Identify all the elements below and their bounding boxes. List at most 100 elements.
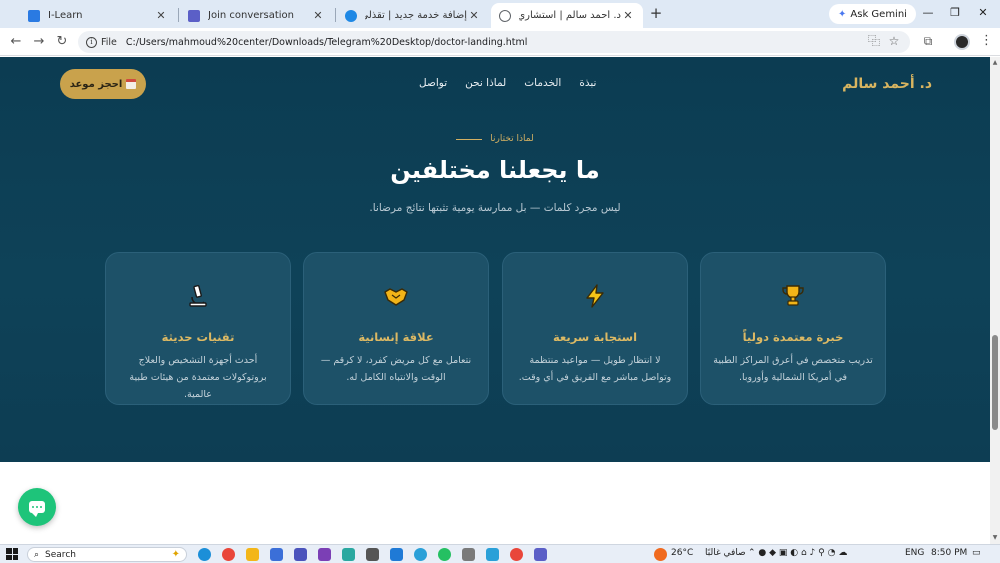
whatsapp-icon[interactable] xyxy=(438,548,451,561)
tab-label: إضافة خدمة جديد | تقذلي xyxy=(365,10,467,21)
feature-card-human-relation: علاقة إنسانية نتعامل مع كل مريض كفرد، لا… xyxy=(303,252,489,405)
book-appointment-button[interactable]: احجز موعد xyxy=(60,69,146,99)
teams-favicon-icon xyxy=(188,9,200,22)
windows-start-icon[interactable] xyxy=(6,548,18,560)
translate-icon[interactable]: ⿻ xyxy=(866,33,882,49)
card-description: أحدث أجهزة التشخيص والعلاج بروتوكولات مع… xyxy=(129,355,267,400)
search-label: Search xyxy=(45,549,76,560)
close-icon[interactable]: ✕ xyxy=(621,9,635,23)
chrome-active-icon[interactable] xyxy=(510,548,523,561)
url-scheme-chip: File xyxy=(101,36,117,48)
tab-doctor-landing[interactable]: د. أحمد سالم | استشاري القلب والأ ✕ xyxy=(491,3,643,28)
analytics-icon[interactable] xyxy=(342,548,355,561)
eyebrow-divider xyxy=(456,138,483,140)
card-title: خبرة معتمدة دولياً xyxy=(742,330,844,344)
eyebrow-text: لماذا تختارنا xyxy=(490,134,534,144)
nav-item-about[interactable]: نبذة xyxy=(570,77,605,89)
tray-icons[interactable]: ⌃ ● ◆ ▣ ◐ ⌂ ♪ ⚲ ◔ ☁ xyxy=(748,548,847,558)
scroll-up-icon[interactable]: ▲ xyxy=(991,59,999,67)
close-window-button[interactable]: ✕ xyxy=(976,6,990,20)
vscode-icon[interactable] xyxy=(390,548,403,561)
site-nav: نبذة الخدمات لماذا نحن تواصل xyxy=(410,77,605,89)
profile-avatar[interactable] xyxy=(954,34,970,50)
tab-label: Join conversation xyxy=(208,10,294,21)
section-subheading: ليس مجرد كلمات — بل ممارسة يومية تثبتها … xyxy=(369,202,621,214)
section-heading: ما يجعلنا مختلفين xyxy=(390,156,600,184)
trophy-icon xyxy=(701,283,885,309)
address-bar[interactable]: i File C:/Users/mahmoud%20center/Downloa… xyxy=(78,31,910,53)
scroll-down-icon[interactable]: ▼ xyxy=(991,534,999,542)
card-description: لا انتظار طويل — مواعيد منتظمة وتواصل مب… xyxy=(518,355,672,383)
nav-item-services[interactable]: الخدمات xyxy=(515,77,570,89)
telegram-desktop-icon[interactable] xyxy=(486,548,499,561)
tab-add-service[interactable]: إضافة خدمة جديد | تقذلي ✕ xyxy=(337,3,489,28)
feature-card-modern-tech: تقنيات حديثة أحدث أجهزة التشخيص والعلاج … xyxy=(105,252,291,405)
forward-arrow-icon[interactable]: → xyxy=(31,34,47,50)
close-icon[interactable]: ✕ xyxy=(467,9,481,23)
teams-icon[interactable] xyxy=(294,548,307,561)
reload-icon[interactable]: ↻ xyxy=(54,34,70,50)
microscope-icon xyxy=(106,283,290,309)
visual-studio-icon[interactable] xyxy=(318,548,331,561)
file-explorer-icon[interactable] xyxy=(246,548,259,561)
feature-card-fast-response: استجابة سريعة لا انتظار طويل — مواعيد من… xyxy=(502,252,688,405)
ilearn-favicon-icon xyxy=(28,9,40,22)
restore-button[interactable]: ❐ xyxy=(948,6,962,20)
chrome-icon[interactable] xyxy=(222,548,235,561)
site-brand[interactable]: د. أحمد سالم xyxy=(842,76,932,92)
back-arrow-icon[interactable]: ← xyxy=(8,34,24,50)
url-text[interactable]: C:/Users/mahmoud%20center/Downloads/Tele… xyxy=(126,37,528,48)
menu-kebab-icon[interactable]: ⋮ xyxy=(980,33,993,48)
tab-divider xyxy=(178,8,179,22)
globe-icon xyxy=(499,9,511,22)
taskbar-search[interactable]: ⌕ Search ✦ xyxy=(27,547,187,562)
sparkle-icon: ✦ xyxy=(171,549,180,560)
notifications-icon[interactable]: ▭ xyxy=(972,548,981,558)
section-eyebrow: لماذا تختارنا xyxy=(0,134,990,144)
chat-bubble-icon xyxy=(29,501,45,517)
nav-item-why-us[interactable]: لماذا نحن xyxy=(456,77,515,89)
edge-icon[interactable] xyxy=(198,548,211,561)
gemini-label: Ask Gemini xyxy=(850,8,907,20)
card-description: نتعامل مع كل مريض كفرد، لا كرقم — الوقت … xyxy=(320,355,472,383)
why-us-section: د. أحمد سالم نبذة الخدمات لماذا نحن تواص… xyxy=(0,57,990,462)
book-button-label: احجز موعد xyxy=(69,78,123,90)
weather-icon[interactable] xyxy=(654,548,667,561)
handshake-icon xyxy=(304,283,488,309)
app-icon[interactable] xyxy=(270,548,283,561)
card-description: تدريب متخصص في أعرق المراكز الطبية في أم… xyxy=(713,355,873,383)
feature-card-expertise: خبرة معتمدة دولياً تدريب متخصص في أعرق ا… xyxy=(700,252,886,405)
close-icon[interactable]: ✕ xyxy=(154,9,168,23)
browser-toolbar: ← → ↻ i File C:/Users/mahmoud%20center/D… xyxy=(0,28,1000,56)
gemini-sparkle-icon: ✦ xyxy=(838,8,847,20)
tab-divider xyxy=(335,8,336,22)
new-tab-button[interactable]: + xyxy=(648,5,664,21)
clock[interactable]: 8:50 PM xyxy=(931,548,967,558)
tab-ilearn[interactable]: I-Learn ✕ xyxy=(20,3,176,28)
close-icon[interactable]: ✕ xyxy=(311,9,325,23)
next-section xyxy=(0,462,990,544)
scrollbar-thumb[interactable] xyxy=(992,335,998,430)
page-scrollbar[interactable] xyxy=(990,57,1000,544)
tab-join-conversation[interactable]: Join conversation ✕ xyxy=(180,3,333,28)
tab-label: I-Learn xyxy=(48,10,83,21)
windows-taskbar: ⌕ Search ✦ 26°C صافي غالبًا ⌃ ● ◆ ▣ ◐ ⌂ … xyxy=(0,544,1000,563)
info-icon[interactable]: i xyxy=(86,36,97,48)
card-title: استجابة سريعة xyxy=(552,330,638,344)
nav-item-contact[interactable]: تواصل xyxy=(410,77,456,89)
telegram-icon[interactable] xyxy=(414,548,427,561)
weather-text[interactable]: صافي غالبًا xyxy=(705,548,746,558)
site-favicon-icon xyxy=(345,9,357,22)
card-title: علاقة إنسانية xyxy=(358,330,434,344)
chat-button[interactable] xyxy=(18,488,56,526)
card-title: تقنيات حديثة xyxy=(161,330,235,344)
app-icon[interactable] xyxy=(366,548,379,561)
input-language[interactable]: ENG xyxy=(905,548,924,558)
bookmark-star-icon[interactable]: ☆ xyxy=(886,33,902,49)
app-icon[interactable] xyxy=(462,548,475,561)
ask-gemini-button[interactable]: ✦ Ask Gemini xyxy=(829,4,916,24)
weather-temp[interactable]: 26°C xyxy=(671,548,693,558)
teams-icon[interactable] xyxy=(534,548,547,561)
extensions-puzzle-icon[interactable]: ⧉ xyxy=(920,33,936,49)
minimize-button[interactable]: — xyxy=(921,6,935,20)
